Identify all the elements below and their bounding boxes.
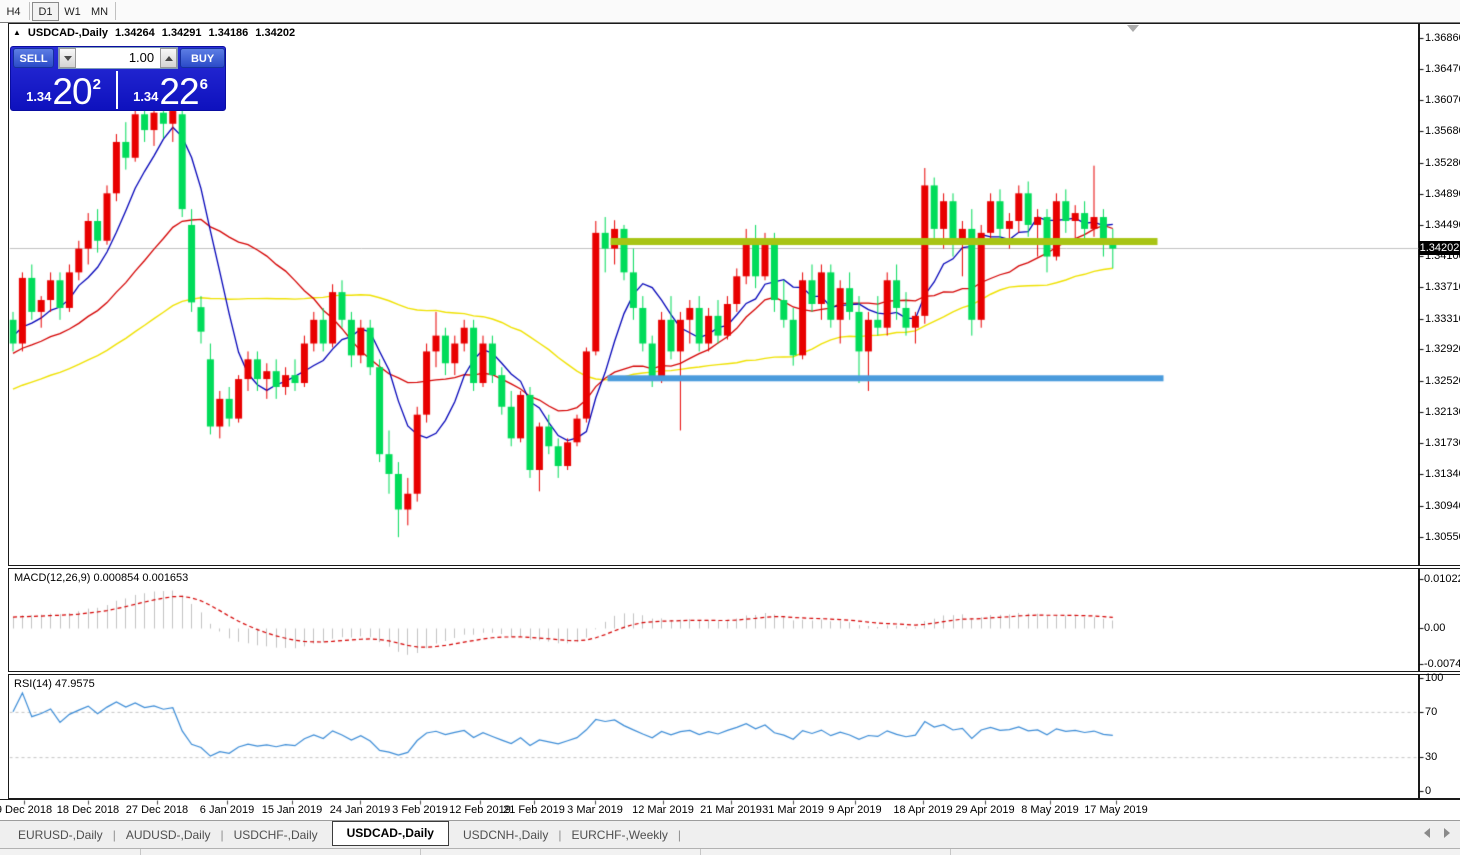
buy-button[interactable]: BUY bbox=[180, 48, 225, 68]
price-axis-label: 1.35680 bbox=[1425, 125, 1460, 137]
price-axis-label: 1.35280 bbox=[1425, 157, 1460, 169]
price-axis-label: 1.33310 bbox=[1425, 313, 1460, 325]
one-click-trading-panel: SELL 1.00 BUY 1.34 20 2 1.34 22 6 bbox=[10, 46, 226, 111]
ohlc-open: 1.34264 bbox=[115, 27, 155, 39]
price-axis-label: 1.36470 bbox=[1425, 63, 1460, 75]
tab-eurchf-weekly[interactable]: EURCHF-,Weekly bbox=[561, 823, 677, 847]
tab-audusd-daily[interactable]: AUDUSD-,Daily bbox=[116, 823, 221, 847]
tab-separator: | bbox=[678, 828, 681, 842]
macd-axis-label: 0.00 bbox=[1424, 622, 1445, 634]
price-axis-label: 1.32920 bbox=[1425, 343, 1460, 355]
collapse-panel-icon[interactable]: ▲ bbox=[13, 28, 21, 37]
price-axis-label: 1.32520 bbox=[1425, 375, 1460, 387]
macd-label: MACD(12,26,9) 0.000854 0.001653 bbox=[14, 572, 188, 584]
volume-spinner: 1.00 bbox=[58, 47, 178, 69]
price-axis-label: 1.34490 bbox=[1425, 219, 1460, 231]
tab-eurusd-daily[interactable]: EURUSD-,Daily bbox=[8, 823, 113, 847]
price-axis-label: 1.31340 bbox=[1425, 468, 1460, 480]
sell-button[interactable]: SELL bbox=[13, 48, 54, 68]
rsi-label: RSI(14) 47.9575 bbox=[14, 678, 95, 690]
date-axis-label: 17 May 2019 bbox=[1074, 804, 1158, 816]
sell-price-small: 1.34 bbox=[26, 89, 51, 104]
price-axis-label: 1.32130 bbox=[1425, 406, 1460, 418]
buy-price-small: 1.34 bbox=[133, 89, 158, 104]
price-axis-label: 1.36070 bbox=[1425, 94, 1460, 106]
strip-divider bbox=[700, 849, 701, 855]
price-axis-label: 1.30940 bbox=[1425, 500, 1460, 512]
tab-usdcnh-daily[interactable]: USDCNH-,Daily bbox=[453, 823, 558, 847]
strip-divider bbox=[420, 849, 421, 855]
rsi-axis-label: 30 bbox=[1425, 751, 1437, 763]
strip-divider bbox=[950, 849, 951, 855]
symbol-tab-bar: EURUSD-,Daily|AUDUSD-,Daily|USDCHF-,Dail… bbox=[0, 820, 1460, 848]
arrow-down-icon bbox=[64, 56, 72, 61]
price-axis-label: 1.31730 bbox=[1425, 437, 1460, 449]
volume-increase-button[interactable] bbox=[160, 48, 177, 68]
ohlc-low: 1.34186 bbox=[209, 27, 249, 39]
sell-price-big: 20 bbox=[52, 75, 91, 109]
buy-price-big: 22 bbox=[159, 75, 198, 109]
tab-usdcad-daily[interactable]: USDCAD-,Daily bbox=[332, 821, 449, 846]
ohlc-high: 1.34291 bbox=[162, 27, 202, 39]
tab-scroll-right-icon[interactable] bbox=[1444, 828, 1450, 838]
price-axis-label: 1.33710 bbox=[1425, 281, 1460, 293]
sell-price-pip: 2 bbox=[93, 76, 101, 93]
volume-decrease-button[interactable] bbox=[59, 48, 76, 68]
strip-divider bbox=[140, 849, 141, 855]
price-axis-label: 1.30550 bbox=[1425, 531, 1460, 543]
ohlc-close: 1.34202 bbox=[255, 27, 295, 39]
rsi-axis-label: 0 bbox=[1425, 785, 1431, 797]
macd-axis-label: -0.007477 bbox=[1424, 658, 1460, 670]
arrow-up-icon bbox=[165, 56, 173, 61]
chart-shift-icon[interactable] bbox=[1127, 25, 1139, 32]
buy-price-quote[interactable]: 1.34 22 6 bbox=[118, 71, 223, 109]
price-axis-label: 1.34890 bbox=[1425, 188, 1460, 200]
volume-input[interactable]: 1.00 bbox=[76, 48, 160, 68]
macd-axis-label: 0.010229 bbox=[1424, 573, 1460, 585]
tab-usdchf-daily[interactable]: USDCHF-,Daily bbox=[224, 823, 328, 847]
price-axis-label: 1.36860 bbox=[1425, 32, 1460, 44]
buy-price-pip: 6 bbox=[200, 76, 208, 93]
rsi-axis-label: 70 bbox=[1425, 706, 1437, 718]
chart-canvas[interactable] bbox=[0, 0, 1460, 854]
current-price-badge: 1.34202 bbox=[1419, 241, 1460, 255]
sell-price-quote[interactable]: 1.34 20 2 bbox=[11, 71, 118, 109]
tab-scroll-left-icon[interactable] bbox=[1424, 828, 1430, 838]
rsi-axis-label: 100 bbox=[1425, 672, 1443, 684]
chart-header: ▲ USDCAD-,Daily 1.34264 1.34291 1.34186 … bbox=[13, 27, 295, 39]
chart-title: USDCAD-,Daily bbox=[28, 27, 108, 39]
